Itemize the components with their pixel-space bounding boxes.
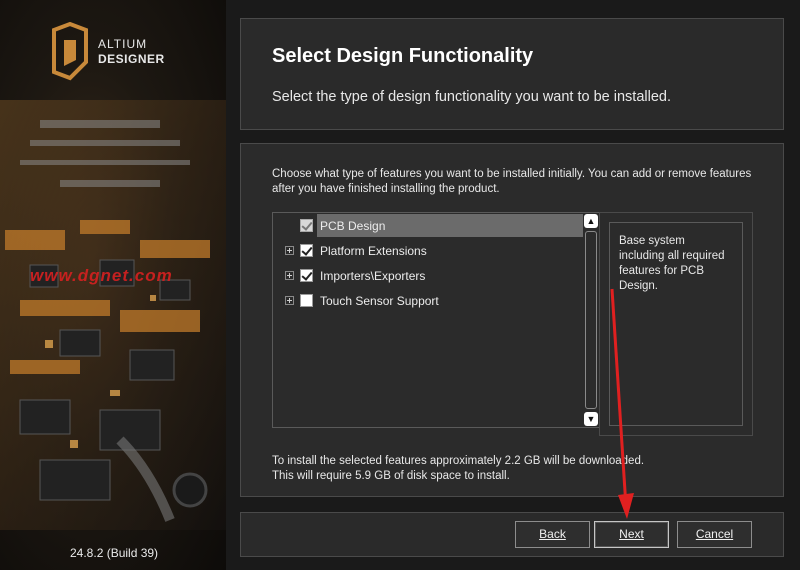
tree-item-platform-extensions[interactable]: Platform Extensions [273, 239, 583, 262]
back-button[interactable]: Back [515, 521, 590, 548]
content-panel: Choose what type of features you want to… [240, 143, 784, 497]
next-button[interactable]: Next [594, 521, 669, 548]
checkbox-pcb-design [300, 219, 313, 232]
page-subtitle: Select the type of design functionality … [272, 89, 671, 105]
scroll-up-icon[interactable]: ▲ [584, 214, 598, 228]
disk-space-text: This will require 5.9 GB of disk space t… [272, 470, 510, 482]
feature-tree[interactable]: PCB Design Platform Extensions Importers… [272, 212, 599, 428]
feature-description: Base system including all required featu… [609, 222, 743, 426]
tree-item-pcb-design[interactable]: PCB Design [273, 214, 583, 237]
header-panel: Select Design Functionality Select the t… [240, 18, 784, 130]
scroll-down-icon[interactable]: ▼ [584, 412, 598, 426]
tree-item-label: Platform Extensions [320, 243, 427, 258]
altium-logo-icon [52, 22, 88, 81]
install-size-note: To install the selected features approxi… [272, 454, 644, 484]
build-version: 24.8.2 (Build 39) [70, 546, 159, 560]
expand-icon[interactable] [285, 296, 294, 305]
tree-scrollbar[interactable]: ▲ ▼ [583, 213, 599, 427]
expand-icon[interactable] [285, 246, 294, 255]
watermark: www.dgnet.com [30, 266, 173, 285]
brand-line-2: DESIGNER [98, 52, 165, 66]
tree-item-touch-sensor-support[interactable]: Touch Sensor Support [273, 289, 583, 312]
tree-item-label: Touch Sensor Support [320, 293, 439, 308]
checkbox-importers-exporters[interactable] [300, 269, 313, 282]
download-size-text: To install the selected features approxi… [272, 455, 645, 467]
scroll-thumb[interactable] [585, 231, 597, 409]
footer-panel: Back Next Cancel [240, 512, 784, 557]
page-title: Select Design Functionality [272, 45, 534, 67]
altium-logo: ALTIUM DESIGNER [50, 22, 165, 82]
branding-panel: ALTIUM DESIGNER www.dgnet.com 24.8.2 (Bu… [0, 0, 226, 570]
expand-icon[interactable] [285, 271, 294, 280]
checkbox-touch-sensor-support[interactable] [300, 294, 313, 307]
tree-item-label: Importers\Exporters [320, 268, 426, 283]
pcb-artwork [0, 100, 226, 530]
tree-item-label: PCB Design [317, 214, 583, 237]
checkbox-platform-extensions[interactable] [300, 244, 313, 257]
description-text: Choose what type of features you want to… [272, 168, 752, 195]
cancel-button[interactable]: Cancel [677, 521, 752, 548]
tree-item-importers-exporters[interactable]: Importers\Exporters [273, 264, 583, 287]
brand-line-1: ALTIUM [98, 37, 148, 51]
